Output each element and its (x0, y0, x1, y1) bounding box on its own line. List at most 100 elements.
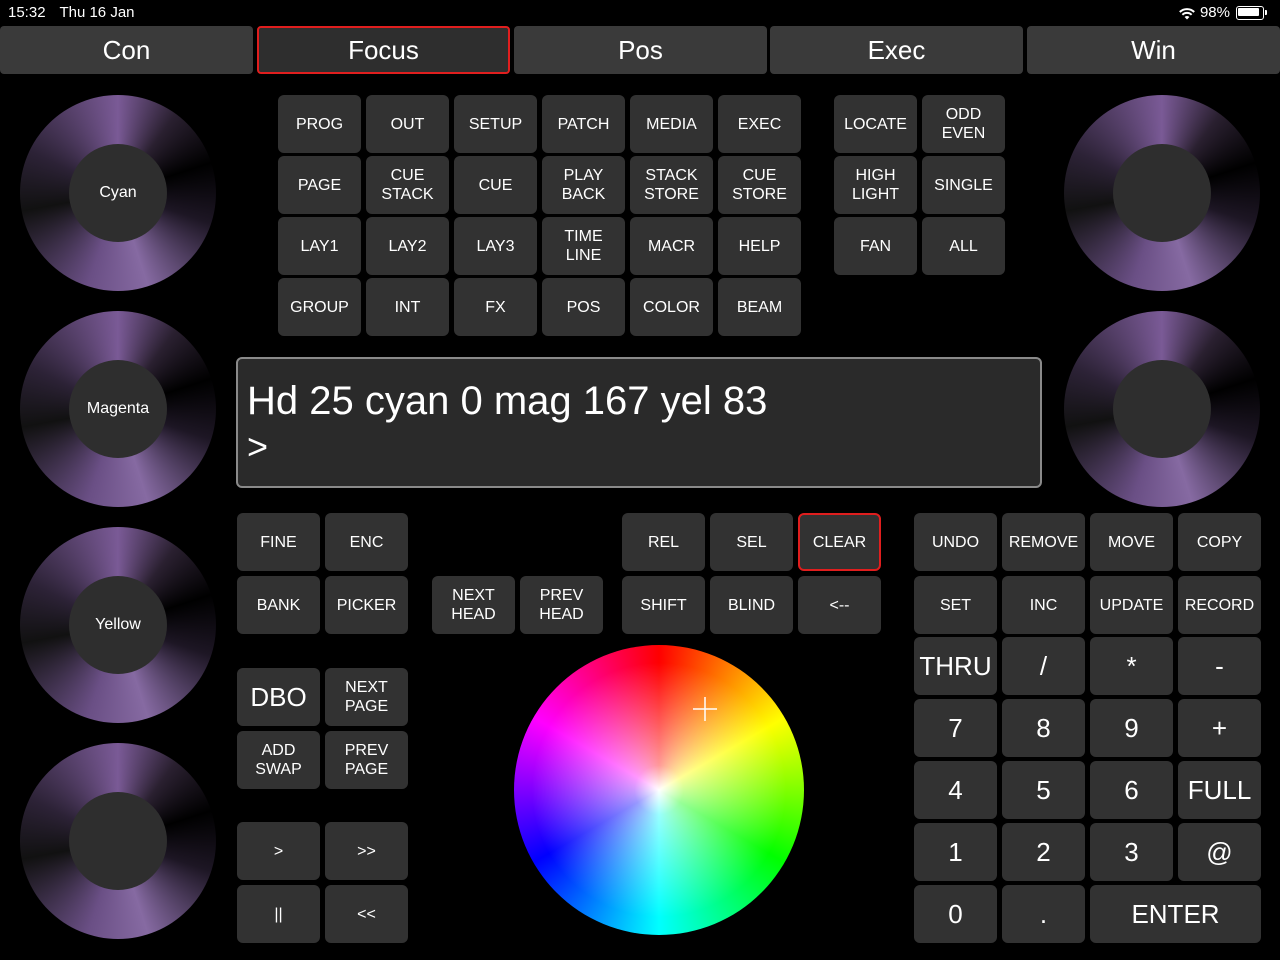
key-all[interactable]: ALL (922, 217, 1005, 275)
key-update[interactable]: UPDATE (1090, 576, 1173, 634)
key-out[interactable]: OUT (366, 95, 449, 153)
wifi-icon (1179, 7, 1195, 19)
key-1[interactable]: 1 (914, 823, 997, 881)
key-patch[interactable]: PATCH (542, 95, 625, 153)
key-group[interactable]: GROUP (278, 278, 361, 336)
key-lay2[interactable]: LAY2 (366, 217, 449, 275)
key-shift[interactable]: SHIFT (622, 576, 705, 634)
key-plus[interactable]: + (1178, 699, 1261, 757)
status-date: Thu 16 Jan (59, 4, 135, 21)
key-playback[interactable]: PLAY BACK (542, 156, 625, 214)
key-0[interactable]: 0 (914, 885, 997, 943)
encoder-label: Yellow (69, 576, 167, 674)
tab-focus[interactable]: Focus (257, 26, 510, 74)
key-5[interactable]: 5 (1002, 761, 1085, 819)
encoder-right-2[interactable] (1064, 311, 1260, 507)
key-prev-head[interactable]: PREV HEAD (520, 576, 603, 634)
key-highlight[interactable]: HIGH LIGHT (834, 156, 917, 214)
key-prev-page[interactable]: PREV PAGE (325, 731, 408, 789)
key-macr[interactable]: MACR (630, 217, 713, 275)
key-bank[interactable]: BANK (237, 576, 320, 634)
command-line-display[interactable]: Hd 25 cyan 0 mag 167 yel 83 > (236, 357, 1042, 488)
key-enter[interactable]: ENTER (1090, 885, 1261, 943)
key-odd-even[interactable]: ODD EVEN (922, 95, 1005, 153)
battery-icon (1236, 5, 1267, 20)
key-prog[interactable]: PROG (278, 95, 361, 153)
key-pos[interactable]: POS (542, 278, 625, 336)
key-setup[interactable]: SETUP (454, 95, 537, 153)
key-full[interactable]: FULL (1178, 761, 1261, 819)
key-enc[interactable]: ENC (325, 513, 408, 571)
key-pause[interactable]: || (237, 885, 320, 943)
key-page[interactable]: PAGE (278, 156, 361, 214)
key-lay3[interactable]: LAY3 (454, 217, 537, 275)
key-add-swap[interactable]: ADD SWAP (237, 731, 320, 789)
key-3[interactable]: 3 (1090, 823, 1173, 881)
color-picker-crosshair-icon[interactable] (692, 696, 718, 722)
key-fan[interactable]: FAN (834, 217, 917, 275)
key-next-page[interactable]: NEXT PAGE (325, 668, 408, 726)
status-bar: 15:32 Thu 16 Jan 98% (0, 0, 1280, 24)
key-7[interactable]: 7 (914, 699, 997, 757)
key-single[interactable]: SINGLE (922, 156, 1005, 214)
key-int[interactable]: INT (366, 278, 449, 336)
tab-exec[interactable]: Exec (770, 26, 1023, 74)
key-6[interactable]: 6 (1090, 761, 1173, 819)
key-play[interactable]: > (237, 822, 320, 880)
tab-pos[interactable]: Pos (514, 26, 767, 74)
key-9[interactable]: 9 (1090, 699, 1173, 757)
key-set[interactable]: SET (914, 576, 997, 634)
key-picker[interactable]: PICKER (325, 576, 408, 634)
key-fine[interactable]: FINE (237, 513, 320, 571)
encoder-hub (1113, 360, 1211, 458)
key-rel[interactable]: REL (622, 513, 705, 571)
key-locate[interactable]: LOCATE (834, 95, 917, 153)
encoder-magenta[interactable]: Magenta (20, 311, 216, 507)
tab-win[interactable]: Win (1027, 26, 1280, 74)
key-thru[interactable]: THRU (914, 637, 997, 695)
key-blind[interactable]: BLIND (710, 576, 793, 634)
key-sel[interactable]: SEL (710, 513, 793, 571)
key-dot[interactable]: . (1002, 885, 1085, 943)
key-remove[interactable]: REMOVE (1002, 513, 1085, 571)
battery-percent: 98% (1199, 4, 1230, 21)
key-inc[interactable]: INC (1002, 576, 1085, 634)
key-asterisk[interactable]: * (1090, 637, 1173, 695)
key-clear[interactable]: CLEAR (798, 513, 881, 571)
key-next-head[interactable]: NEXT HEAD (432, 576, 515, 634)
key-rewind[interactable]: << (325, 885, 408, 943)
key-media[interactable]: MEDIA (630, 95, 713, 153)
key-dbo[interactable]: DBO (237, 668, 320, 726)
key-exec[interactable]: EXEC (718, 95, 801, 153)
key-timeline[interactable]: TIME LINE (542, 217, 625, 275)
key-minus[interactable]: - (1178, 637, 1261, 695)
tab-con[interactable]: Con (0, 26, 253, 74)
key-backspace[interactable]: <-- (798, 576, 881, 634)
encoder-right-1[interactable] (1064, 95, 1260, 291)
key-stack-store[interactable]: STACK STORE (630, 156, 713, 214)
key-8[interactable]: 8 (1002, 699, 1085, 757)
key-fx[interactable]: FX (454, 278, 537, 336)
key-4[interactable]: 4 (914, 761, 997, 819)
key-help[interactable]: HELP (718, 217, 801, 275)
color-picker-wheel[interactable] (514, 645, 804, 935)
key-color[interactable]: COLOR (630, 278, 713, 336)
key-2[interactable]: 2 (1002, 823, 1085, 881)
key-cue-store[interactable]: CUE STORE (718, 156, 801, 214)
key-beam[interactable]: BEAM (718, 278, 801, 336)
key-copy[interactable]: COPY (1178, 513, 1261, 571)
encoder-label: Magenta (69, 360, 167, 458)
key-at[interactable]: @ (1178, 823, 1261, 881)
encoder-cyan[interactable]: Cyan (20, 95, 216, 291)
key-fast-forward[interactable]: >> (325, 822, 408, 880)
key-cue-stack[interactable]: CUE STACK (366, 156, 449, 214)
key-record[interactable]: RECORD (1178, 576, 1261, 634)
key-move[interactable]: MOVE (1090, 513, 1173, 571)
key-lay1[interactable]: LAY1 (278, 217, 361, 275)
key-undo[interactable]: UNDO (914, 513, 997, 571)
encoder-4[interactable] (20, 743, 216, 939)
encoder-yellow[interactable]: Yellow (20, 527, 216, 723)
encoder-hub (69, 792, 167, 890)
key-cue[interactable]: CUE (454, 156, 537, 214)
key-slash[interactable]: / (1002, 637, 1085, 695)
